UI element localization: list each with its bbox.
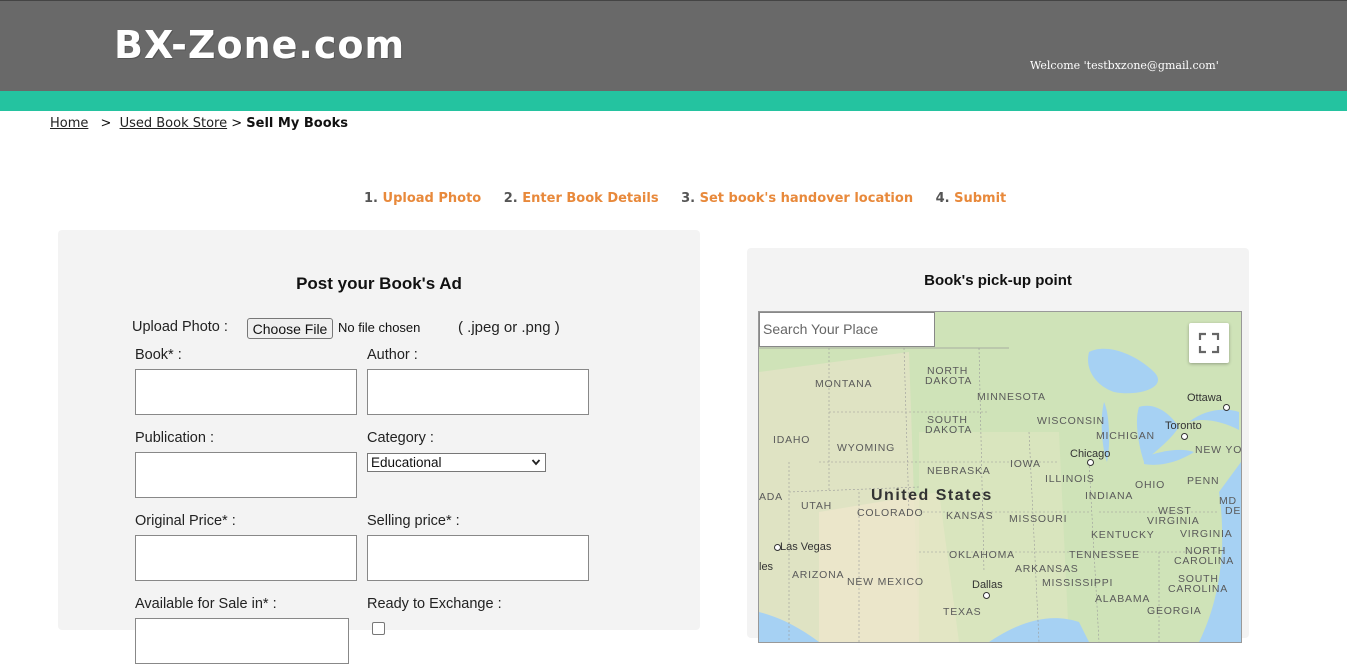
city-marker [1223, 404, 1230, 411]
map-label: MONTANA [815, 378, 873, 390]
upload-photo-label: Upload Photo : [132, 319, 228, 335]
map-label: NEW YO [1195, 444, 1242, 456]
step-number: 2. [503, 191, 518, 206]
map-label: OHIO [1135, 479, 1166, 491]
map-label: DAKOTA [925, 424, 973, 436]
map-label: MISSISSIPPI [1042, 577, 1114, 589]
site-header: BX-Zone.com Welcome 'testbxzone@gmail.co… [0, 0, 1347, 91]
original-price-label: Original Price* : [135, 513, 236, 529]
step-handover-location: Set book's handover location [699, 191, 914, 206]
map-label: ALABAMA [1095, 593, 1151, 605]
author-input[interactable] [367, 369, 589, 415]
step-upload-photo: Upload Photo [382, 191, 482, 206]
map-label: COLORADO [857, 507, 924, 519]
map-label: KANSAS [946, 510, 994, 522]
map-city-label: Toronto [1165, 420, 1202, 432]
map-fullscreen-button[interactable] [1189, 323, 1229, 363]
chevron-down-icon [531, 459, 541, 466]
map-label: ARIZONA [792, 569, 845, 581]
map-label: TENNESSEE [1069, 549, 1140, 561]
upload-status: No file chosen [338, 320, 421, 335]
breadcrumb-current: Sell My Books [246, 116, 349, 131]
ready-to-exchange-label: Ready to Exchange : [367, 596, 502, 612]
selling-price-input[interactable] [367, 535, 589, 581]
step-number: 1. [364, 191, 378, 206]
ready-to-exchange-checkbox[interactable] [372, 622, 385, 635]
progress-steps: 1. Upload Photo 2. Enter Book Details 3.… [364, 191, 1024, 206]
book-ad-form: Post your Book's Ad Upload Photo : Choos… [58, 230, 700, 664]
map-label: ILLINOIS [1045, 473, 1095, 485]
welcome-text: Welcome 'testbxzone@gmail.com' [1030, 59, 1219, 72]
category-select[interactable]: Educational [367, 453, 546, 472]
map-label: CAROLINA [1168, 583, 1229, 595]
publication-input[interactable] [135, 452, 357, 498]
map-label: MICHIGAN [1096, 430, 1155, 442]
original-price-input[interactable] [135, 535, 357, 581]
breadcrumb-separator: > [100, 116, 112, 131]
city-marker [983, 592, 990, 599]
map-city-label: Las Vegas [780, 541, 832, 553]
map-label: DE [1225, 505, 1242, 517]
fullscreen-icon [1198, 332, 1220, 354]
upload-format-hint: ( .jpeg or .png ) [458, 319, 560, 336]
map-label: GEORGIA [1147, 605, 1202, 617]
map-label: MINNESOTA [977, 391, 1046, 403]
city-marker [774, 544, 781, 551]
map-label: IOWA [1010, 458, 1041, 470]
city-marker [1181, 433, 1188, 440]
map-label: KENTUCKY [1091, 529, 1155, 541]
step-number: 3. [681, 191, 696, 206]
breadcrumb-store-link[interactable]: Used Book Store [120, 116, 228, 131]
available-for-sale-label: Available for Sale in* : [135, 596, 277, 612]
form-title: Post your Book's Ad [296, 274, 462, 293]
book-input[interactable] [135, 369, 357, 415]
category-selected-value: Educational [371, 455, 442, 470]
step-number: 4. [935, 191, 950, 206]
map-label: IDAHO [773, 434, 811, 446]
category-label: Category : [367, 430, 434, 446]
step-submit: Submit [954, 191, 1007, 206]
pickup-point-panel: Book's pick-up point Search Your Place M… [747, 248, 1249, 643]
map-city-label: Dallas [972, 579, 1003, 591]
map-label: NEBRASKA [927, 465, 991, 477]
map-label: WISCONSIN [1037, 415, 1105, 427]
map-label: VIRGINIA [1147, 515, 1200, 527]
step-enter-book-details: Enter Book Details [522, 191, 659, 206]
map-label: INDIANA [1085, 490, 1134, 502]
map-label: ADA [759, 491, 783, 503]
pickup-map[interactable]: Search Your Place MONTANA NORTH DAKOTA M… [758, 311, 1242, 643]
map-label: DAKOTA [925, 375, 973, 387]
map-country-label: United States [871, 487, 993, 504]
map-label: MISSOURI [1009, 513, 1068, 525]
breadcrumb: Home > Used Book Store > Sell My Books [50, 116, 348, 131]
map-label: WYOMING [837, 442, 896, 454]
publication-label: Publication : [135, 430, 214, 446]
breadcrumb-separator: > [231, 116, 243, 131]
map-label: OKLAHOMA [949, 549, 1015, 561]
map-city-label: les [759, 561, 774, 573]
map-label: NEW MEXICO [847, 576, 924, 588]
map-label: PENN [1187, 475, 1220, 487]
map-label: CAROLINA [1174, 555, 1235, 567]
header-accent-bar [0, 91, 1347, 111]
map-label: UTAH [801, 500, 833, 512]
map-city-label: Ottawa [1187, 392, 1222, 404]
breadcrumb-home-link[interactable]: Home [50, 116, 88, 131]
map-label: TEXAS [943, 606, 982, 618]
selling-price-label: Selling price* : [367, 513, 460, 529]
map-title: Book's pick-up point [924, 272, 1072, 289]
author-label: Author : [367, 347, 418, 363]
city-marker [1087, 459, 1094, 466]
map-search-input[interactable]: Search Your Place [759, 312, 935, 347]
map-label: VIRGINIA [1180, 528, 1233, 540]
choose-file-button[interactable]: Choose File [247, 318, 333, 339]
book-label: Book* : [135, 347, 182, 363]
map-label: ARKANSAS [1015, 563, 1079, 575]
site-logo[interactable]: BX-Zone.com [114, 23, 405, 67]
